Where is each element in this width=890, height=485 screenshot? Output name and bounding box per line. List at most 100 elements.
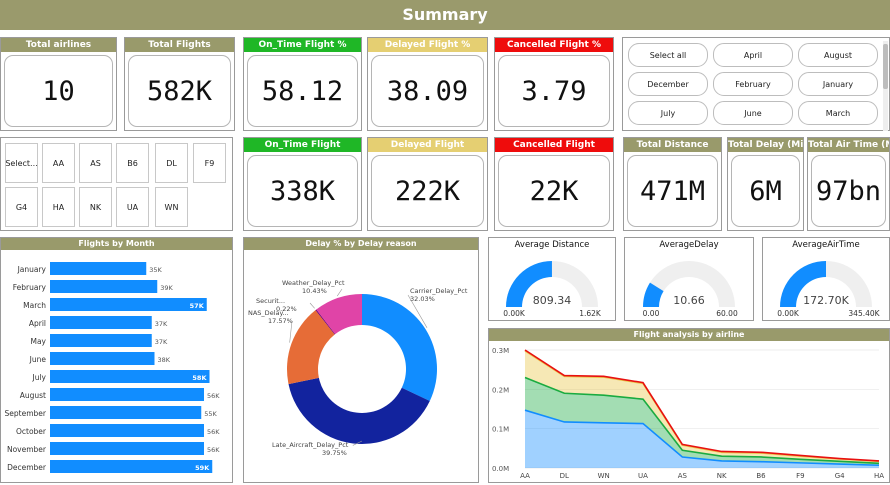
delayed-pct-card: Delayed Flight % 38.09: [367, 37, 488, 131]
donut-slice-value: 17.57%: [268, 317, 293, 325]
total-flights-value: 582K: [128, 55, 231, 127]
cancelled-value: 22K: [498, 155, 610, 227]
total-delay-card: Total Delay (Mins) 6M: [727, 137, 804, 231]
month-option-select-all[interactable]: Select all: [628, 43, 708, 67]
airline-option-aa[interactable]: AA: [42, 143, 75, 183]
month-tick-label: December: [7, 463, 47, 472]
month-tick-label: November: [7, 445, 47, 454]
area-x-tick: NK: [717, 472, 727, 480]
gauge-min-label: 0.00: [643, 309, 660, 318]
month-option-july[interactable]: July: [628, 101, 708, 125]
month-bar: [50, 352, 155, 365]
gauge-title: AverageDelay: [659, 240, 719, 250]
airline-option-ua[interactable]: UA: [116, 187, 149, 227]
airline-option-dl[interactable]: DL: [155, 143, 188, 183]
month-option-january[interactable]: January: [798, 72, 878, 96]
month-bar-label: 35K: [149, 266, 162, 274]
airline-option-select[interactable]: Select...: [5, 143, 38, 183]
month-bar: [50, 460, 213, 473]
donut-slice-value: 0.22%: [276, 305, 297, 313]
airline-option-g4[interactable]: G4: [5, 187, 38, 227]
month-bar-label: 38K: [158, 356, 171, 364]
total-delay-value: 6M: [731, 155, 800, 227]
airline-option-as[interactable]: AS: [79, 143, 112, 183]
gauge-min-label: 0.00K: [777, 309, 800, 318]
month-bar-label: 55K: [204, 410, 217, 418]
month-option-march[interactable]: March: [798, 101, 878, 125]
month-bar: [50, 262, 147, 275]
gauge-avg-distance: Average Distance 809.34 0.00K 1.62K: [488, 237, 616, 321]
airline-option-f9[interactable]: F9: [193, 143, 226, 183]
month-option-june[interactable]: June: [713, 101, 793, 125]
month-tick-label: August: [20, 391, 46, 400]
area-y-tick: 0.3M: [492, 347, 509, 355]
month-option-february[interactable]: February: [713, 72, 793, 96]
gauge-chart: 172.70K0.00K 345.40K: [777, 261, 881, 318]
delayed-label: Delayed Flight: [368, 138, 487, 152]
area-y-tick: 0.0M: [492, 465, 509, 473]
donut-slice-name: Late_Aircraft_Delay_Pct: [272, 441, 349, 449]
month-tick-label: October: [16, 427, 47, 436]
airline-slicer: Select... AA AS B6 DL F9 G4 HA NK UA WN: [0, 137, 233, 231]
gauge-max-label: 345.40K: [848, 309, 880, 318]
on-time-pct-label: On_Time Flight %: [244, 38, 361, 52]
month-bar-label: 39K: [160, 284, 173, 292]
month-bar: [50, 280, 158, 293]
donut-slice-name: Weather_Delay_Pct: [282, 279, 345, 287]
month-tick-label: June: [29, 355, 47, 364]
gauge-chart: 809.34 0.00K 1.62K: [503, 261, 602, 318]
on-time-pct-card: On_Time Flight % 58.12: [243, 37, 362, 131]
total-flights-card: Total Flights 582K: [124, 37, 235, 131]
airline-option-ha[interactable]: HA: [42, 187, 75, 227]
delayed-value: 222K: [371, 155, 484, 227]
gauge-title: Average Distance: [514, 240, 590, 250]
month-slicer-scroll-thumb[interactable]: [883, 44, 888, 89]
delay-reason-panel: Delay % by Delay reason Carrier_Delay_Pc…: [243, 237, 479, 483]
flight-analysis-title: Flight analysis by airline: [489, 329, 889, 341]
total-airlines-card: Total airlines 10: [0, 37, 117, 131]
cancelled-pct-value: 3.79: [498, 55, 610, 127]
flight-analysis-chart: 0.0M 0.1M 0.2M 0.3M AA DL WN UA AS NK B6 F9 G4 HA: [492, 347, 884, 480]
gauge-chart: 10.66 0.00 60.00: [643, 261, 738, 318]
month-bar-label: 56K: [207, 446, 220, 454]
delayed-pct-label: Delayed Flight %: [368, 38, 487, 52]
area-x-tick: G4: [835, 472, 845, 480]
total-airlines-label: Total airlines: [1, 38, 116, 52]
total-air-time-card: Total Air Time (Mins) 97bn: [807, 137, 890, 231]
airline-option-wn[interactable]: WN: [155, 187, 188, 227]
month-bar: [50, 370, 210, 383]
month-bar: [50, 298, 207, 311]
month-bar-label: 58K: [192, 374, 207, 382]
gauge-value: 172.70K: [803, 294, 849, 307]
total-distance-label: Total Distance: [624, 138, 721, 152]
on-time-value: 338K: [247, 155, 358, 227]
donut-slice-name: Securit...: [256, 297, 285, 305]
month-bar-label: 59K: [195, 464, 210, 472]
month-bar: [50, 442, 204, 455]
area-x-tick: UA: [638, 472, 648, 480]
area-y-tick: 0.2M: [492, 386, 509, 394]
month-option-april[interactable]: April: [713, 43, 793, 67]
gauge-avg-delay: AverageDelay 10.66 0.00 60.00: [624, 237, 754, 321]
area-x-tick: F9: [796, 472, 804, 480]
gauge-max-label: 60.00: [716, 309, 738, 318]
month-tick-label: January: [17, 265, 47, 274]
month-option-december[interactable]: December: [628, 72, 708, 96]
total-air-time-label: Total Air Time (Mins): [808, 138, 889, 152]
area-x-tick: WN: [598, 472, 610, 480]
dashboard-title: Summary: [0, 0, 890, 30]
airline-option-b6[interactable]: B6: [116, 143, 149, 183]
month-bar-label: 37K: [155, 320, 168, 328]
total-air-time-value: 97bn: [811, 155, 886, 227]
flight-analysis-panel: Flight analysis by airline 0.0M 0.1M 0.2M 0…: [488, 328, 890, 483]
gauge-min-label: 0.00K: [503, 309, 526, 318]
airline-option-nk[interactable]: NK: [79, 187, 112, 227]
area-x-tick: AS: [678, 472, 688, 480]
month-option-august[interactable]: August: [798, 43, 878, 67]
donut-slice-value: 10.43%: [302, 287, 327, 295]
month-bar-label: 57K: [190, 302, 205, 310]
gauge-max-label: 1.62K: [579, 309, 602, 318]
gauge-value: 809.34: [533, 294, 572, 307]
area-x-tick: B6: [756, 472, 766, 480]
total-flights-label: Total Flights: [125, 38, 234, 52]
